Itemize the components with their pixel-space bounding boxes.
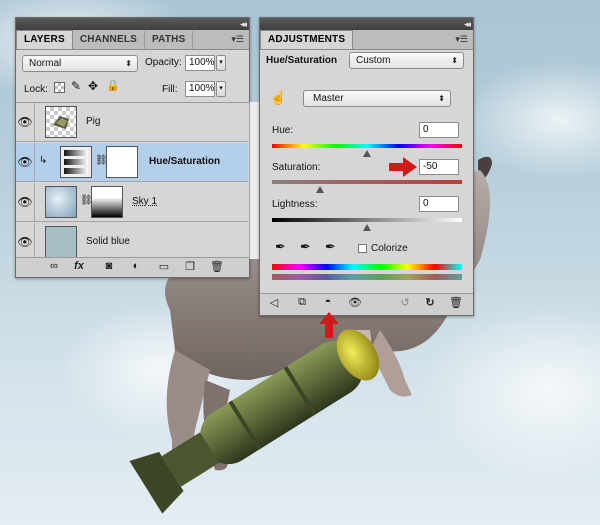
panel-menu-icon[interactable]: ▾☰ bbox=[231, 34, 244, 45]
layer-row-hue-saturation[interactable]: 👁 ↳ ⛓ Hue/Saturation bbox=[16, 143, 248, 182]
adjustments-panel: ◂◂ ADJUSTMENTS ▾☰ Hue/Saturation Custom … bbox=[259, 17, 474, 316]
reset-icon[interactable]: ↻ bbox=[422, 296, 438, 309]
saturation-input[interactable]: -50 bbox=[419, 159, 459, 175]
layers-panel-header[interactable]: ◂◂ bbox=[16, 18, 249, 30]
clipping-arrow-icon: ↳ bbox=[39, 155, 48, 166]
red-arrow-indicator bbox=[389, 157, 417, 177]
hue-slider-thumb[interactable] bbox=[363, 150, 371, 157]
brush-icon[interactable]: ✎ bbox=[71, 79, 81, 93]
layer-name: Solid blue bbox=[86, 236, 130, 247]
hue-slider-track[interactable] bbox=[272, 144, 462, 148]
back-arrow-icon[interactable]: ◁ bbox=[266, 296, 282, 309]
channel-value: Master bbox=[313, 93, 344, 104]
hue-input[interactable]: 0 bbox=[419, 122, 459, 138]
hue-label: Hue: bbox=[272, 125, 294, 136]
eyedropper-minus-icon[interactable]: ✒ bbox=[325, 239, 336, 255]
collapse-icon[interactable]: ◂◂ bbox=[240, 18, 247, 30]
eye-icon[interactable]: 👁 bbox=[16, 183, 35, 221]
updown-arrow-icon: ⬍ bbox=[438, 94, 445, 103]
lock-icon[interactable]: 🔒 bbox=[106, 79, 120, 92]
folder-icon[interactable]: ▭ bbox=[156, 260, 172, 273]
pig-layer-thumbnail bbox=[45, 106, 77, 138]
channel-select[interactable]: Master ⬍ bbox=[303, 90, 451, 107]
layer-name: Sky 1 bbox=[132, 196, 158, 207]
adjustments-panel-header[interactable]: ◂◂ bbox=[260, 18, 473, 30]
targeted-adjustment-icon[interactable]: ☝ bbox=[270, 90, 286, 106]
solid-blue-thumbnail bbox=[45, 226, 77, 258]
red-up-arrow-indicator bbox=[319, 312, 339, 338]
eyedropper-plus-icon[interactable]: ✒ bbox=[300, 239, 311, 255]
opacity-label: Opacity: bbox=[145, 57, 182, 68]
layer-mask-thumbnail[interactable] bbox=[106, 146, 138, 178]
mask-icon[interactable]: ◙ bbox=[101, 260, 117, 272]
trash-icon[interactable]: 🗑 bbox=[209, 260, 225, 273]
fx-label: fx bbox=[74, 260, 84, 272]
fill-label: Fill: bbox=[162, 84, 178, 95]
layer-name: Pig bbox=[86, 116, 101, 127]
updown-arrow-icon: ⬍ bbox=[125, 59, 132, 68]
lightness-slider-track[interactable] bbox=[272, 218, 462, 222]
lightness-input[interactable]: 0 bbox=[419, 196, 459, 212]
blend-mode-select[interactable]: Normal ⬍ bbox=[22, 55, 138, 72]
tab-layers[interactable]: LAYERS bbox=[16, 30, 73, 49]
opacity-input[interactable]: 100% bbox=[185, 55, 215, 71]
eye-icon[interactable]: 👁 bbox=[347, 296, 363, 309]
adjustments-tabs: ADJUSTMENTS ▾☰ bbox=[260, 30, 473, 50]
lightness-slider-thumb[interactable] bbox=[363, 224, 371, 231]
clip-icon[interactable]: ⧉ bbox=[294, 296, 310, 309]
previous-state-icon[interactable]: ↺ bbox=[397, 296, 413, 309]
preset-value: Custom bbox=[356, 55, 391, 66]
layer-mask-thumbnail[interactable] bbox=[91, 186, 123, 218]
fill-input[interactable]: 100% bbox=[185, 81, 215, 97]
blend-mode-value: Normal bbox=[29, 58, 62, 69]
visibility-toggle-icon[interactable]: ◓ bbox=[320, 296, 336, 308]
saturation-slider-track[interactable] bbox=[272, 180, 462, 184]
adjustment-layer-thumbnail bbox=[60, 146, 92, 178]
eye-icon[interactable]: 👁 bbox=[16, 103, 35, 141]
saturation-slider-thumb[interactable] bbox=[315, 186, 324, 193]
fx-icon[interactable]: fx bbox=[71, 260, 87, 272]
eye-icon[interactable]: 👁 bbox=[16, 223, 35, 261]
lock-transparency-icon[interactable] bbox=[54, 82, 65, 93]
layers-tabs: LAYERS CHANNELS PATHS ▾☰ bbox=[16, 30, 249, 50]
layers-panel: ◂◂ LAYERS CHANNELS PATHS ▾☰ Normal ⬍ Opa… bbox=[15, 17, 261, 278]
sky-layer-thumbnail bbox=[45, 186, 77, 218]
layer-row-sky[interactable]: 👁 ⛓ Sky 1 bbox=[16, 183, 248, 222]
move-icon[interactable]: ✥ bbox=[88, 79, 98, 93]
collapse-icon[interactable]: ◂◂ bbox=[464, 18, 471, 30]
adjustments-bottom-bar: ◁ ⧉ ◓ 👁 ↺ ↻ 🗑 bbox=[260, 293, 473, 315]
layers-bottom-bar: ∞ fx ◙ ◐ ▭ ❐ 🗑 bbox=[16, 257, 249, 277]
layer-row-pig[interactable]: 👁 Pig bbox=[16, 103, 248, 142]
saturation-label: Saturation: bbox=[272, 162, 321, 173]
tab-adjustments[interactable]: ADJUSTMENTS bbox=[260, 30, 354, 49]
new-layer-icon[interactable]: ❐ bbox=[182, 260, 198, 273]
lock-label: Lock: bbox=[24, 84, 48, 95]
tab-paths[interactable]: PATHS bbox=[145, 31, 194, 49]
output-color-bar bbox=[272, 274, 462, 280]
eye-icon[interactable]: 👁 bbox=[16, 143, 35, 181]
eyedropper-icon[interactable]: ✒ bbox=[275, 239, 286, 255]
layer-name: Hue/Saturation bbox=[149, 156, 221, 167]
fill-dropdown[interactable]: ▾ bbox=[216, 81, 226, 97]
opacity-dropdown[interactable]: ▾ bbox=[216, 55, 226, 71]
panel-menu-icon[interactable]: ▾☰ bbox=[455, 34, 468, 45]
lightness-label: Lightness: bbox=[272, 199, 318, 210]
colorize-checkbox[interactable] bbox=[358, 244, 367, 253]
link-icon[interactable]: ∞ bbox=[46, 260, 62, 272]
adjustment-type-label: Hue/Saturation bbox=[266, 55, 338, 66]
tab-channels[interactable]: CHANNELS bbox=[73, 31, 146, 49]
colorize-label: Colorize bbox=[371, 243, 408, 254]
preset-select[interactable]: Custom ⬍ bbox=[349, 52, 464, 69]
trash-icon[interactable]: 🗑 bbox=[448, 296, 464, 309]
input-color-bar bbox=[272, 264, 462, 270]
updown-arrow-icon: ⬍ bbox=[451, 56, 458, 65]
adjustment-icon[interactable]: ◐ bbox=[128, 260, 144, 272]
